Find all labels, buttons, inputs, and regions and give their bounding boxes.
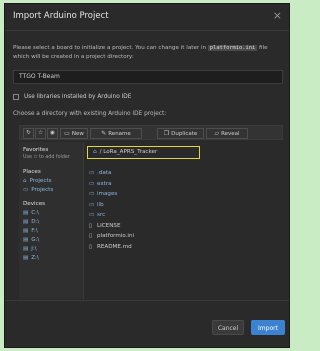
folder-icon: ▭ [23, 187, 29, 193]
intro-text: Please select a board to initialize a pr… [13, 44, 283, 62]
path-text: / LoRa_APRS_Tracker [99, 149, 158, 155]
sidebar-item-device[interactable]: ▤ C:\ [23, 209, 83, 218]
use-libraries-checkbox[interactable] [13, 94, 19, 100]
device-label: Z:\ [31, 255, 39, 261]
device-label: G:\ [31, 237, 40, 243]
import-button[interactable]: Import [251, 320, 285, 335]
folder-icon: ▭ [89, 191, 95, 197]
sidebar-item-device[interactable]: ▤ Z:\ [23, 254, 83, 263]
list-item[interactable]: ▭ extra [89, 179, 279, 190]
rename-button-label: Rename [108, 131, 131, 137]
folder-icon: ▭ [89, 170, 95, 176]
list-item[interactable]: ▯ platformio.ini [89, 231, 279, 242]
import-dialog: Import Arduino Project × Please select a… [4, 3, 290, 348]
list-item[interactable]: ▭ .data [89, 168, 279, 179]
list-item[interactable]: ▯ LICENSE [89, 221, 279, 232]
file-toolbar: ↻ ☆ ◉ ▭ New ✎ Rename ❐ Duplicate ▱ Reveal [19, 125, 283, 140]
sidebar-item-device[interactable]: ▤ J:\ [23, 245, 83, 254]
file-name: src [97, 212, 106, 218]
cancel-button[interactable]: Cancel [212, 320, 244, 335]
eye-icon[interactable]: ◉ [47, 128, 58, 139]
pencil-icon: ✎ [101, 130, 107, 137]
file-name: extra [97, 180, 112, 187]
sidebar-item-place[interactable]: ⌂ Projects [23, 177, 83, 186]
device-label: F:\ [31, 228, 38, 234]
refresh-icon[interactable]: ↻ [23, 128, 34, 139]
place-label: Projects [31, 187, 54, 193]
star-icon[interactable]: ☆ [35, 128, 46, 139]
sidebar: Favorites Use ✩ to add folder Places ⌂ Pr… [19, 142, 84, 299]
dialog-title: Import Arduino Project [13, 11, 109, 21]
device-label: C:\ [31, 210, 39, 216]
new-button[interactable]: ▭ New [60, 128, 88, 139]
drive-icon: ▤ [23, 237, 29, 243]
file-icon: ▯ [89, 243, 93, 250]
file-list: ▭ .data ▭ extra ▭ images ▭ lib ▭ src ▯ LICENSE… [89, 168, 279, 252]
folder-icon: ▭ [89, 180, 95, 187]
drive-icon: ▤ [23, 255, 29, 261]
devices-header: Devices [23, 201, 46, 207]
reveal-button[interactable]: ▱ Reveal [206, 128, 248, 139]
duplicate-button-label: Duplicate [171, 131, 198, 137]
rename-button[interactable]: ✎ Rename [90, 128, 142, 139]
drive-icon: ▤ [23, 210, 29, 216]
home-icon: ⌂ [23, 178, 27, 184]
list-item[interactable]: ▯ README.md [89, 242, 279, 253]
close-icon[interactable]: × [273, 9, 282, 22]
file-icon: ▯ [89, 222, 93, 229]
file-icon: ▯ [89, 233, 93, 239]
file-name: LICENSE [97, 222, 121, 229]
drive-icon: ▤ [23, 228, 29, 234]
folder-icon: ⌂ [93, 149, 97, 155]
choose-label: Choose a directory with existing Arduino… [13, 111, 167, 117]
favorites-hint: Use ✩ to add folder [23, 155, 70, 160]
folder-icon: ▭ [89, 201, 95, 208]
file-name: README.md [97, 243, 132, 250]
list-item[interactable]: ▭ src [89, 210, 279, 221]
dialog-titlebar: Import Arduino Project × [5, 4, 289, 31]
places-header: Places [23, 169, 41, 175]
drive-icon: ▤ [23, 219, 29, 225]
file-name: images [97, 191, 118, 197]
current-path[interactable]: ⌂ / LoRa_APRS_Tracker [87, 146, 200, 159]
favorites-header: Favorites [23, 147, 49, 153]
new-button-label: New [71, 131, 84, 137]
intro-code: platformio.ini [207, 45, 258, 51]
file-name: .data [97, 170, 112, 176]
file-name: lib [97, 201, 104, 208]
device-label: J:\ [31, 246, 37, 252]
list-item[interactable]: ▭ lib [89, 200, 279, 211]
intro-before: Please select a board to initialize a pr… [13, 45, 208, 51]
file-name: platformio.ini [97, 233, 135, 239]
duplicate-button[interactable]: ❐ Duplicate [157, 128, 204, 139]
file-browser: ⌂ / LoRa_APRS_Tracker ▭ .data ▭ extra ▭ imag… [85, 142, 283, 299]
place-label: Projects [29, 178, 52, 184]
sidebar-item-device[interactable]: ▤ F:\ [23, 227, 83, 236]
device-label: D:\ [31, 219, 40, 225]
reveal-button-label: Reveal [221, 131, 240, 137]
footer-divider [5, 300, 289, 301]
folder-open-icon: ▱ [214, 130, 220, 137]
sidebar-item-device[interactable]: ▤ D:\ [23, 218, 83, 227]
use-libraries-row[interactable]: Use libraries installed by Arduino IDE [13, 94, 131, 100]
copy-icon: ❐ [163, 130, 170, 137]
folder-icon: ▭ [89, 212, 95, 218]
drive-icon: ▤ [23, 246, 29, 252]
board-select[interactable]: TTGO T-Beam [13, 70, 283, 84]
sidebar-item-place[interactable]: ▭ Projects [23, 186, 83, 195]
list-item[interactable]: ▭ images [89, 189, 279, 200]
new-folder-icon: ▭ [64, 130, 70, 137]
use-libraries-label: Use libraries installed by Arduino IDE [24, 94, 132, 100]
sidebar-item-device[interactable]: ▤ G:\ [23, 236, 83, 245]
